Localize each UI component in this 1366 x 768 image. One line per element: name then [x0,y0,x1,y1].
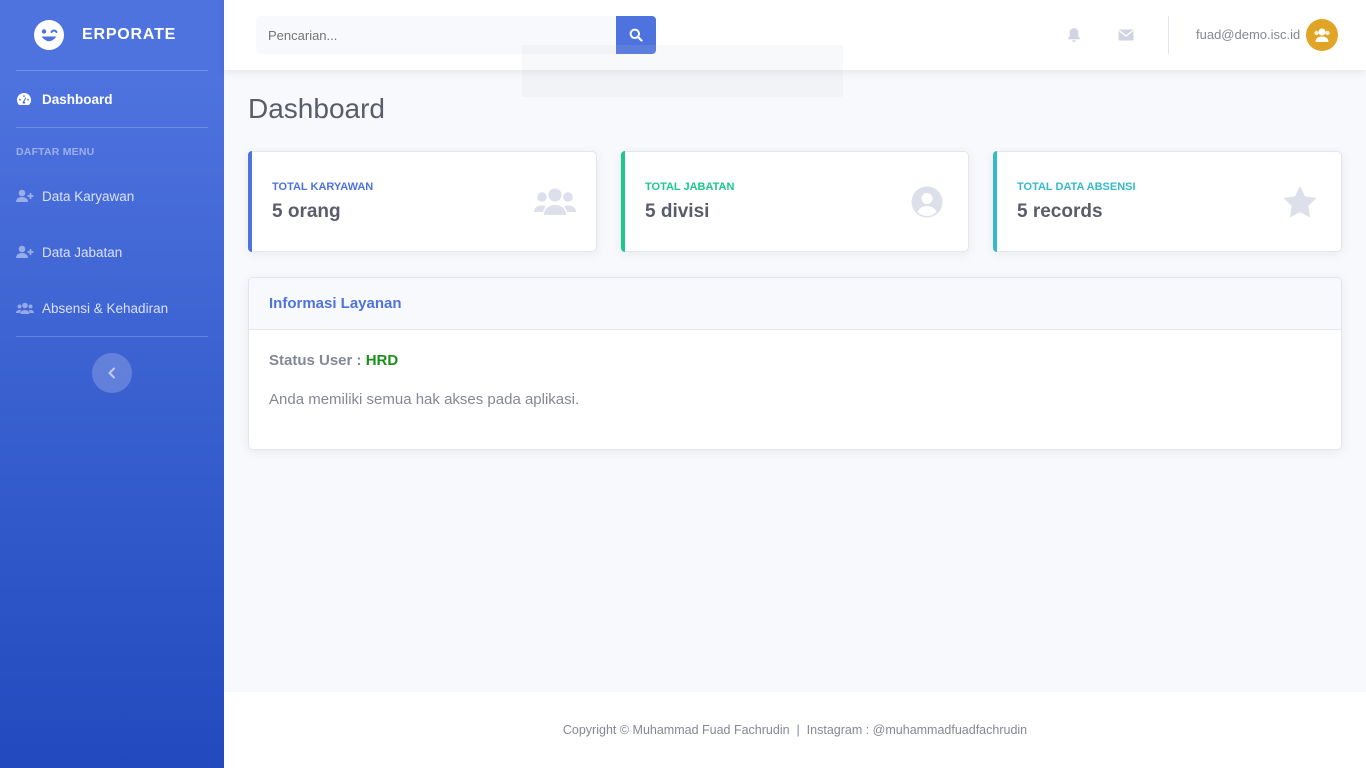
sidebar-item-data-jabatan[interactable]: Data Jabatan [0,224,224,280]
footer-text: Copyright © Muhammad Fuad Fachrudin | In… [562,723,1028,737]
sidebar-divider [16,336,208,337]
user-plus-icon [16,189,34,203]
user-plus-icon [16,245,34,259]
bell-icon [1068,28,1080,42]
chevron-left-icon [108,367,115,379]
card-value: 5 records [1017,201,1103,222]
tachometer-icon [16,92,34,106]
avatar[interactable] [1306,19,1338,51]
topbar: fuad@demo.isc.id [224,0,1366,97]
user-email[interactable]: fuad@demo.isc.id [1196,27,1300,42]
sidebar-item-label: Data Karyawan [42,188,135,204]
stat-card-jabatan: TOTAL JABATAN 5 divisi [621,151,969,252]
envelope-icon [1118,29,1134,41]
page-title: Dashboard [248,93,385,124]
stat-card-absensi: TOTAL DATA ABSENSI 5 records [993,151,1342,252]
sidebar: ERPORATE Dashboard DAFTAR MENU Data Kary… [0,0,224,768]
users-icon [16,301,34,315]
card-value: 5 orang [272,201,341,222]
sidebar-item-data-karyawan[interactable]: Data Karyawan [0,168,224,224]
users-avatar-icon [1314,28,1330,42]
info-description: Anda memiliki semua hak akses pada aplik… [269,391,580,408]
brand-name: ERPORATE [82,26,177,43]
info-panel-header: Informasi Layanan [249,278,1341,330]
star-icon [1279,185,1321,219]
card-value: 5 divisi [645,201,710,222]
messages-button[interactable] [1116,25,1136,45]
stat-card-karyawan: TOTAL KARYAWAN 5 orang [248,151,597,252]
sidebar-item-dashboard[interactable]: Dashboard [0,71,224,127]
sidebar-item-label: Absensi & Kehadiran [42,300,169,316]
brand[interactable]: ERPORATE [0,0,224,70]
faded-overlay [522,45,843,97]
card-accent-bar [621,151,625,252]
status-label: Status User : [269,352,362,369]
card-accent-bar [248,151,252,252]
status-line: Status User : HRD [269,352,1321,369]
sidebar-item-label: Dashboard [42,91,113,107]
footer: Copyright © Muhammad Fuad Fachrudin | In… [224,692,1366,768]
sidebar-item-label: Data Jabatan [42,244,123,260]
status-value: HRD [365,352,399,369]
card-label: TOTAL DATA ABSENSI [1017,181,1136,193]
user-circle-icon [906,185,948,219]
sidebar-item-absensi[interactable]: Absensi & Kehadiran [0,280,224,336]
info-panel-body: Status User : HRD Anda memiliki semua ha… [249,330,1341,428]
topbar-divider [1168,16,1169,54]
sidebar-toggle-button[interactable] [92,353,132,393]
users-icon [534,185,576,219]
info-panel: Informasi Layanan Status User : HRD Anda… [248,277,1342,450]
sidebar-heading: DAFTAR MENU [16,146,95,158]
card-label: TOTAL KARYAWAN [272,181,374,193]
info-panel-title: Informasi Layanan [269,295,402,312]
search-icon [629,28,643,42]
card-accent-bar [993,151,997,252]
alerts-button[interactable] [1064,25,1084,45]
card-label: TOTAL JABATAN [645,181,735,193]
laugh-wink-icon [34,20,64,50]
